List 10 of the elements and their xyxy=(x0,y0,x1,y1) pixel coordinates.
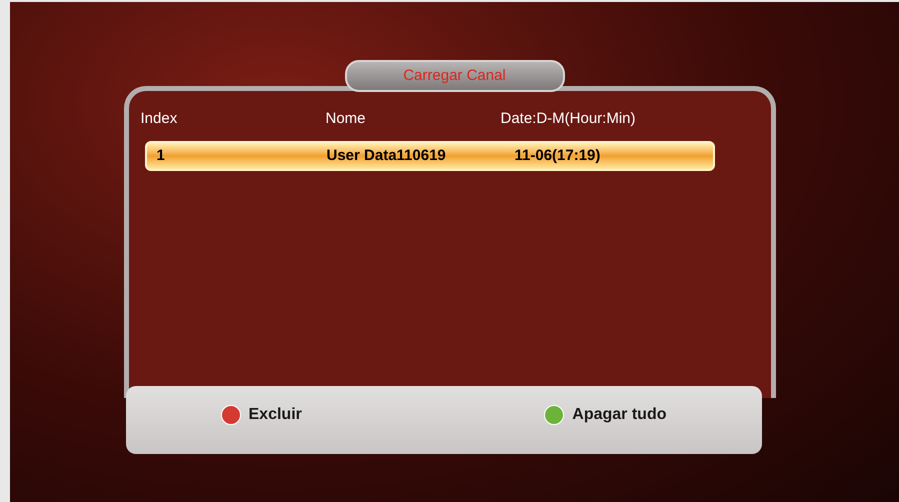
column-header: Index xyxy=(140,108,178,129)
row-index: 1 xyxy=(156,146,166,166)
list-row[interactable]: 1 User Data110619 11-06(17:19) xyxy=(144,141,714,171)
footer-button[interactable]: Excluir xyxy=(220,403,302,427)
column-header: Nome xyxy=(326,108,367,129)
screen-title: Carregar Canal xyxy=(403,66,506,86)
column-header: Date:D-M(Hour:Min) xyxy=(500,108,637,129)
row-date: 11-06(17:19) xyxy=(514,146,600,166)
footer-button[interactable]: Apagar tudo xyxy=(544,403,666,427)
row-name: User Data110619 xyxy=(326,146,447,166)
